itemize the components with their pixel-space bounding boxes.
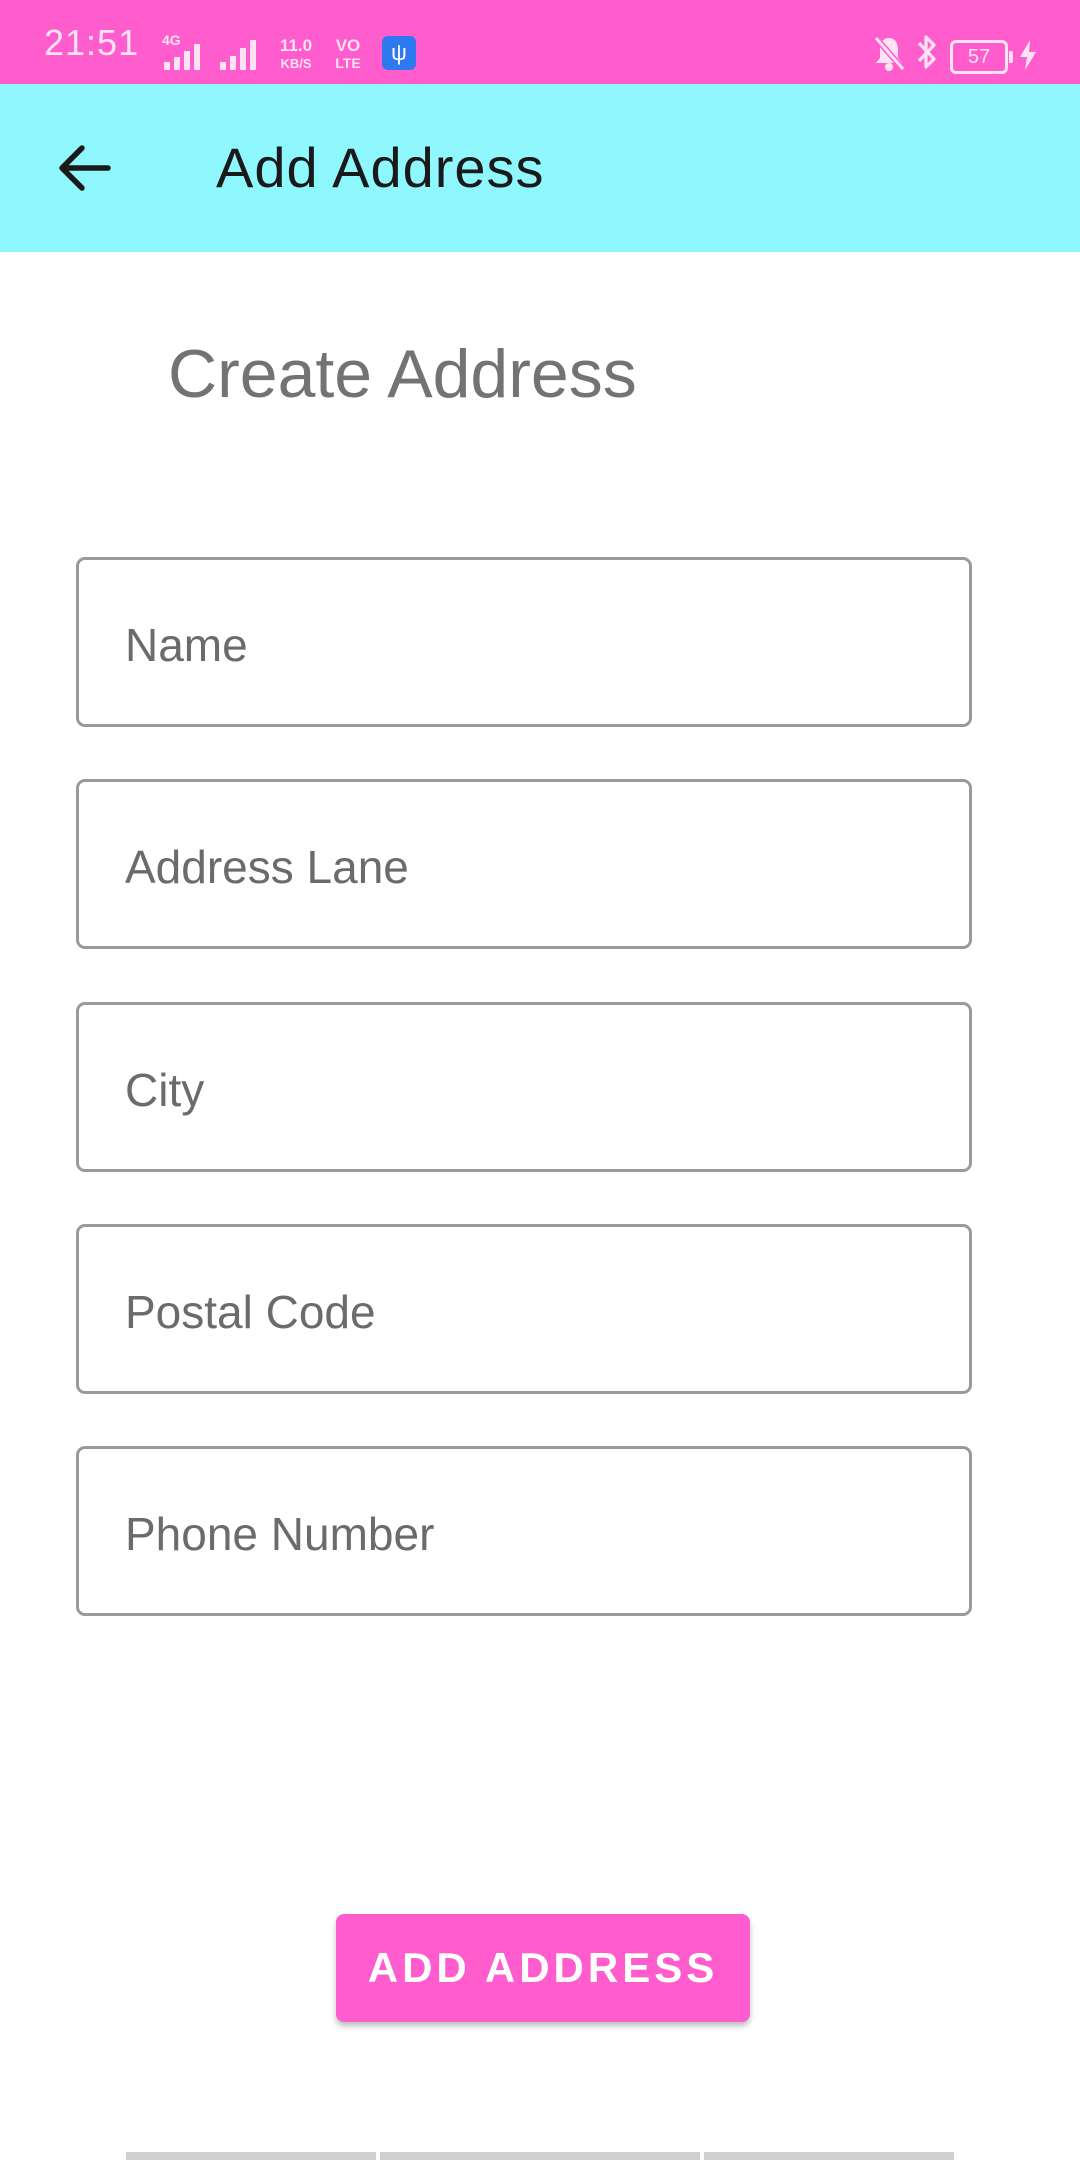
add-address-button[interactable]: ADD ADDRESS <box>336 1914 750 2022</box>
address-lane-field[interactable]: Address Lane <box>76 779 972 949</box>
postal-code-field[interactable]: Postal Code <box>76 1224 972 1394</box>
data-speed-value: 11.0 <box>279 36 313 55</box>
charging-icon <box>1020 40 1036 70</box>
usb-icon: ψ <box>382 36 416 70</box>
battery-level: 57 <box>967 46 991 68</box>
phone-number-field-placeholder: Phone Number <box>125 1508 435 1560</box>
app-bar: Add Address <box>0 84 1080 252</box>
app-bar-title: Add Address <box>216 136 545 199</box>
name-field-placeholder: Name <box>125 619 248 671</box>
city-field-placeholder: City <box>125 1064 205 1116</box>
status-bar: 21:51 4G 11.0 KB/S VO LTE ψ 57 <box>0 0 1080 84</box>
signal-icon <box>164 44 200 70</box>
address-lane-field-placeholder: Address Lane <box>125 841 409 893</box>
volte-label-top: VO <box>335 36 361 55</box>
data-speed-unit: KB/S <box>280 56 312 71</box>
mute-icon <box>873 36 906 71</box>
arrow-left-icon <box>59 145 111 191</box>
bluetooth-icon <box>917 35 936 69</box>
volte-label-bottom: LTE <box>335 55 361 71</box>
bottom-divider <box>126 2152 376 2160</box>
add-address-screen: 21:51 4G 11.0 KB/S VO LTE ψ 57 Add Addre… <box>0 0 1080 2160</box>
signal-icon <box>220 40 256 70</box>
phone-number-field[interactable]: Phone Number <box>76 1446 972 1616</box>
name-field[interactable]: Name <box>76 557 972 727</box>
page-heading: Create Address <box>168 336 637 412</box>
postal-code-field-placeholder: Postal Code <box>125 1286 376 1338</box>
battery-icon: 57 <box>950 40 1013 74</box>
status-time: 21:51 <box>44 22 140 63</box>
back-button[interactable] <box>50 134 118 202</box>
city-field[interactable]: City <box>76 1002 972 1172</box>
bottom-divider <box>380 2152 700 2160</box>
bottom-divider <box>704 2152 954 2160</box>
